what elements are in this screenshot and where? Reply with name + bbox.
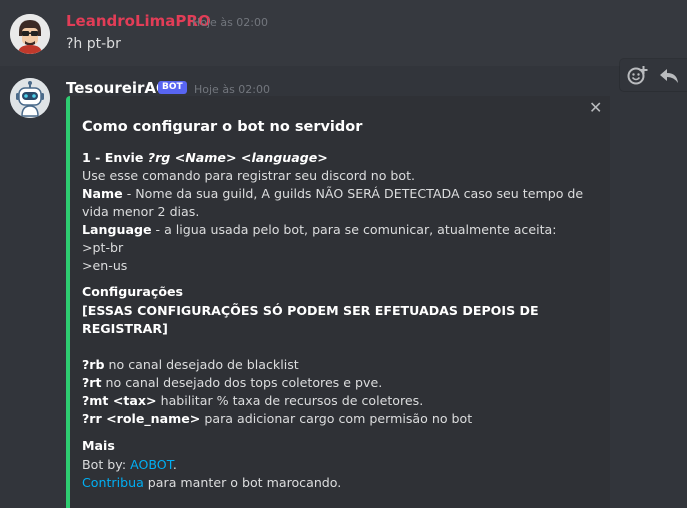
- lang-option-enus: >en-us: [82, 258, 128, 273]
- bot-avatar-image: [10, 78, 50, 118]
- contribua-link[interactable]: Contribua: [82, 475, 144, 490]
- language-desc: - a ligua usada pelo bot, para se comuni…: [151, 222, 557, 237]
- name-label: Name: [82, 186, 123, 201]
- timestamp: Hoje às 02:00: [194, 83, 270, 96]
- cmd-mt-desc: habilitar % taxa de recursos de coletore…: [156, 393, 424, 408]
- author-name[interactable]: LeandroLimaPRO: [66, 12, 211, 30]
- step1-prefix: 1 - Envie: [82, 150, 148, 165]
- avatar[interactable]: [10, 14, 50, 54]
- close-icon[interactable]: ✕: [589, 100, 603, 116]
- author-name[interactable]: TesoureirAO: [66, 79, 169, 97]
- botby-suffix: .: [172, 457, 177, 472]
- reply-icon[interactable]: [656, 63, 682, 87]
- config-title: Configurações: [82, 284, 184, 299]
- name-desc: - Nome da sua guild, A guilds NÃO SERÁ D…: [122, 186, 584, 201]
- config-warning-line-2: REGISTRAR]: [82, 321, 168, 336]
- timestamp: Hoje às 02:00: [192, 16, 268, 29]
- language-label: Language: [82, 222, 152, 237]
- cmd-rr: ?rr <role_name>: [82, 411, 201, 426]
- add-reaction-icon[interactable]: [625, 63, 651, 87]
- avatar[interactable]: [10, 78, 50, 118]
- embed-language-line: Language - a ligua usada pelo bot, para …: [82, 222, 557, 237]
- cmd-rt-line: ?rt no canal desejado dos tops coletores…: [82, 375, 382, 390]
- embed-step1-desc: Use esse comando para registrar seu disc…: [82, 168, 416, 183]
- embed-step1-heading: 1 - Envie ?rg <Name> <language>: [82, 150, 328, 165]
- cmd-rb-desc: no canal desejado de blacklist: [104, 357, 299, 372]
- contribua-suffix: para manter o bot marocando.: [143, 475, 342, 490]
- chat-area: LeandroLimaPRO Hoje às 02:00 ?h pt-br Te…: [0, 0, 687, 508]
- avatar-image: [10, 14, 50, 54]
- cmd-mt-line: ?mt <tax> habilitar % taxa de recursos d…: [82, 393, 423, 408]
- cmd-rb: ?rb: [82, 357, 105, 372]
- embed-name-line: Name - Nome da sua guild, A guilds NÃO S…: [82, 186, 583, 201]
- contribua-line: Contribua para manter o bot marocando.: [82, 475, 341, 490]
- embed-title: Como configurar o bot no servidor: [82, 119, 363, 135]
- embed-name-line-2: vida menor 2 dias.: [82, 204, 200, 219]
- message-actions-bar: [620, 59, 687, 91]
- cmd-mt: ?mt <tax>: [82, 393, 157, 408]
- cmd-rb-line: ?rb no canal desejado de blacklist: [82, 357, 299, 372]
- cmd-rt: ?rt: [82, 375, 102, 390]
- cmd-rr-desc: para adicionar cargo com permisão no bot: [200, 411, 473, 426]
- botby-line: Bot by: AOBOT.: [82, 457, 177, 472]
- aobot-link[interactable]: AOBOT: [130, 457, 173, 472]
- cmd-rr-line: ?rr <role_name> para adicionar cargo com…: [82, 411, 472, 426]
- config-warning-line-1: [ESSAS CONFIGURAÇÕES SÓ PODEM SER EFETUA…: [82, 303, 539, 318]
- lang-option-ptbr: >pt-br: [82, 240, 124, 255]
- step1-command: ?rg <Name> <language>: [147, 150, 328, 165]
- botby-prefix: Bot by:: [82, 457, 131, 472]
- cmd-rt-desc: no canal desejado dos tops coletores e p…: [101, 375, 383, 390]
- bot-tag: BOT: [158, 81, 187, 94]
- message-user: LeandroLimaPRO Hoje às 02:00 ?h pt-br: [0, 0, 687, 66]
- message-content: ?h pt-br: [66, 36, 121, 52]
- mais-title: Mais: [82, 438, 115, 453]
